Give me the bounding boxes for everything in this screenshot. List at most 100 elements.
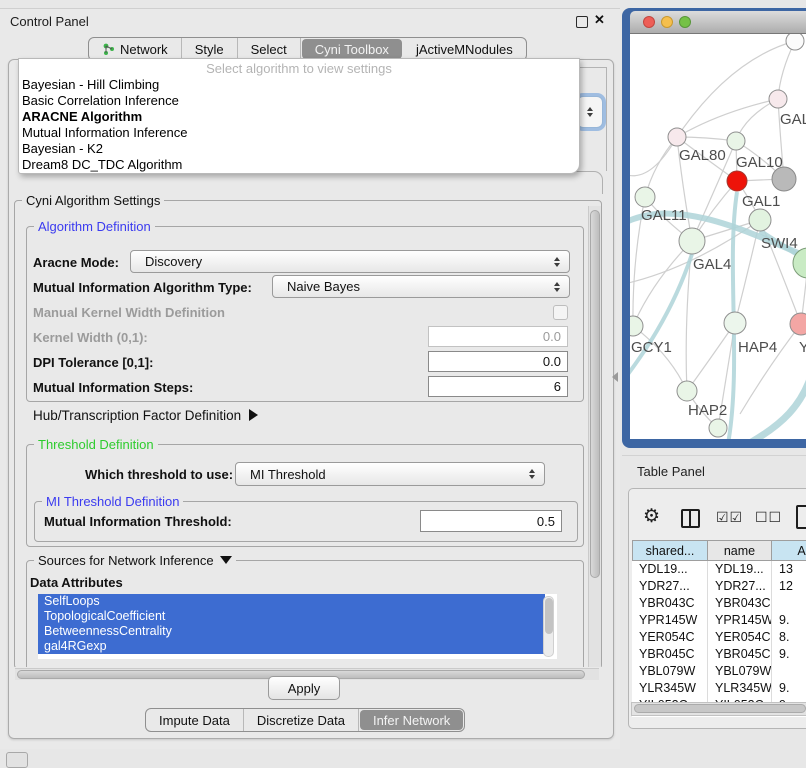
- network-node[interactable]: [724, 312, 746, 334]
- tab-impute-data[interactable]: Impute Data: [146, 709, 244, 731]
- algorithm-option[interactable]: Bayesian - K2: [19, 141, 579, 157]
- dpi-tolerance-field[interactable]: 0.0: [428, 351, 568, 372]
- mi-steps-field[interactable]: 6: [428, 376, 568, 397]
- select-all-checkboxes-icon[interactable]: ☑☑: [716, 509, 743, 526]
- data-attribute-item[interactable]: SelfLoops: [38, 594, 545, 609]
- manual-kernel-label: Manual Kernel Width Definition: [33, 305, 225, 320]
- network-edge[interactable]: [677, 99, 778, 137]
- hidden-group-border: [578, 67, 607, 68]
- network-node[interactable]: [679, 228, 705, 254]
- network-node[interactable]: [635, 187, 655, 207]
- network-canvas[interactable]: GALGAL80GAL10GAL1GAL11SWI4GAL4GCY1HAP4YH…: [630, 34, 806, 439]
- table-cell: 9.: [772, 646, 806, 663]
- table-column-header[interactable]: A: [772, 540, 806, 561]
- collapsed-panel-button[interactable]: [6, 752, 28, 768]
- attributes-scrollbar-thumb[interactable]: [545, 598, 553, 634]
- tab-infer-network-label: Infer Network: [373, 713, 450, 728]
- table-cell: YBR043C: [708, 595, 772, 612]
- table-row[interactable]: YPR145WYPR145W9.: [632, 612, 806, 629]
- table-row[interactable]: YBR045CYBR045C9.: [632, 646, 806, 663]
- table-column-header[interactable]: name: [708, 540, 772, 561]
- network-edge[interactable]: [677, 41, 795, 137]
- mi-type-value: Naive Bayes: [287, 279, 360, 294]
- table-cell: [772, 595, 806, 612]
- network-node[interactable]: [668, 128, 686, 146]
- kernel-width-field[interactable]: 0.0: [428, 326, 568, 347]
- algorithm-option[interactable]: Basic Correlation Inference: [19, 93, 579, 109]
- settings-vertical-scrollbar-thumb[interactable]: [590, 210, 600, 578]
- column-layout-icon[interactable]: [681, 509, 700, 528]
- hub-definition-label: Hub/Transcription Factor Definition: [33, 408, 241, 423]
- network-edge[interactable]: [740, 324, 801, 414]
- algorithm-option[interactable]: Bayesian - Hill Climbing: [19, 77, 579, 93]
- minimize-traffic-light-icon[interactable]: [661, 16, 673, 28]
- bottom-tab-bar: Impute Data Discretize Data Infer Networ…: [145, 708, 465, 732]
- data-attribute-item[interactable]: gal4RGexp: [38, 639, 545, 654]
- table-row[interactable]: YER054CYER054C8.: [632, 629, 806, 646]
- tab-impute-data-label: Impute Data: [159, 713, 230, 728]
- network-node[interactable]: [727, 171, 747, 191]
- table-row[interactable]: YBR043CYBR043C: [632, 595, 806, 612]
- data-attributes-label: Data Attributes: [30, 575, 123, 590]
- network-node[interactable]: [749, 209, 771, 231]
- network-window-titlebar[interactable]: [630, 11, 806, 34]
- table-row[interactable]: YLR345WYLR345W9.: [632, 680, 806, 697]
- network-node[interactable]: [709, 419, 727, 437]
- network-edge[interactable]: [687, 323, 735, 391]
- mi-type-combo[interactable]: Naive Bayes: [272, 275, 570, 298]
- table-header-row[interactable]: shared...nameA: [632, 540, 806, 561]
- network-node-label: Y: [799, 339, 806, 356]
- close-traffic-light-icon[interactable]: [643, 16, 655, 28]
- tab-infer-network[interactable]: Infer Network: [360, 710, 463, 730]
- manual-kernel-checkbox[interactable]: [553, 305, 568, 320]
- mi-type-label: Mutual Information Algorithm Type:: [33, 280, 252, 295]
- aracne-mode-value: Discovery: [145, 254, 202, 269]
- sources-group-title[interactable]: Sources for Network Inference: [34, 554, 236, 568]
- algorithm-dropdown-placeholder: Select algorithm to view settings: [19, 61, 579, 76]
- mi-threshold-field[interactable]: 0.5: [420, 510, 562, 532]
- network-node[interactable]: [677, 381, 697, 401]
- table-cell: YBR043C: [632, 595, 708, 612]
- data-attribute-item[interactable]: TopologicalCoefficient: [38, 609, 545, 624]
- network-node[interactable]: [790, 313, 806, 335]
- table-column-header[interactable]: shared...: [632, 540, 708, 561]
- table-row[interactable]: YBL079WYBL079W: [632, 663, 806, 680]
- table-cell: YLR345W: [632, 680, 708, 697]
- network-edge[interactable]: [633, 241, 692, 326]
- table-horizontal-scrollbar-thumb[interactable]: [634, 704, 806, 713]
- algorithm-option[interactable]: Mutual Information Inference: [19, 125, 579, 141]
- aracne-mode-combo[interactable]: Discovery: [130, 250, 570, 273]
- deselect-all-checkboxes-icon[interactable]: ☐☐: [755, 509, 782, 526]
- app-root: Control Panel ✕ Network Style Select Cyn…: [0, 0, 806, 762]
- table-function-icon[interactable]: [796, 505, 806, 529]
- section-divider: [622, 455, 806, 456]
- network-node[interactable]: [727, 132, 745, 150]
- algorithm-option[interactable]: Dream8 DC_TDC Algorithm: [19, 157, 579, 173]
- table-row[interactable]: YDR27...YDR27...12: [632, 578, 806, 595]
- mi-threshold-label: Mutual Information Threshold:: [44, 514, 232, 529]
- data-attribute-item[interactable]: BetweennessCentrality: [38, 624, 545, 639]
- gear-icon[interactable]: ⚙: [643, 505, 660, 528]
- table-cell: 8.: [772, 629, 806, 646]
- table-cell: YER054C: [708, 629, 772, 646]
- combo-stepper-icon: [529, 469, 535, 479]
- hidden-control-corner: [556, 171, 603, 194]
- network-node[interactable]: [786, 34, 804, 50]
- table-row[interactable]: YDL19...YDL19...13: [632, 561, 806, 578]
- panel-splitter-arrow[interactable]: [612, 372, 618, 382]
- zoom-traffic-light-icon[interactable]: [679, 16, 691, 28]
- tab-discretize-data[interactable]: Discretize Data: [244, 709, 359, 731]
- table-cell: YBL079W: [708, 663, 772, 680]
- which-threshold-combo[interactable]: MI Threshold: [235, 462, 545, 486]
- network-node-label: GAL11: [641, 207, 687, 224]
- table-body[interactable]: YDL19...YDL19...13YDR27...YDR27...12YBR0…: [632, 561, 806, 717]
- network-edge-highlighted[interactable]: [748, 366, 806, 439]
- hidden-combo-stepper[interactable]: [577, 96, 603, 128]
- algorithm-dropdown-popup: Select algorithm to view settings Bayesi…: [18, 58, 580, 174]
- network-node[interactable]: [769, 90, 787, 108]
- expand-arrow-icon: [249, 409, 258, 421]
- algorithm-option[interactable]: ARACNE Algorithm: [19, 109, 579, 125]
- apply-button[interactable]: Apply: [268, 676, 340, 700]
- algorithm-options-list: Bayesian - Hill ClimbingBasic Correlatio…: [19, 77, 579, 173]
- hub-definition-toggle[interactable]: Hub/Transcription Factor Definition: [33, 408, 258, 423]
